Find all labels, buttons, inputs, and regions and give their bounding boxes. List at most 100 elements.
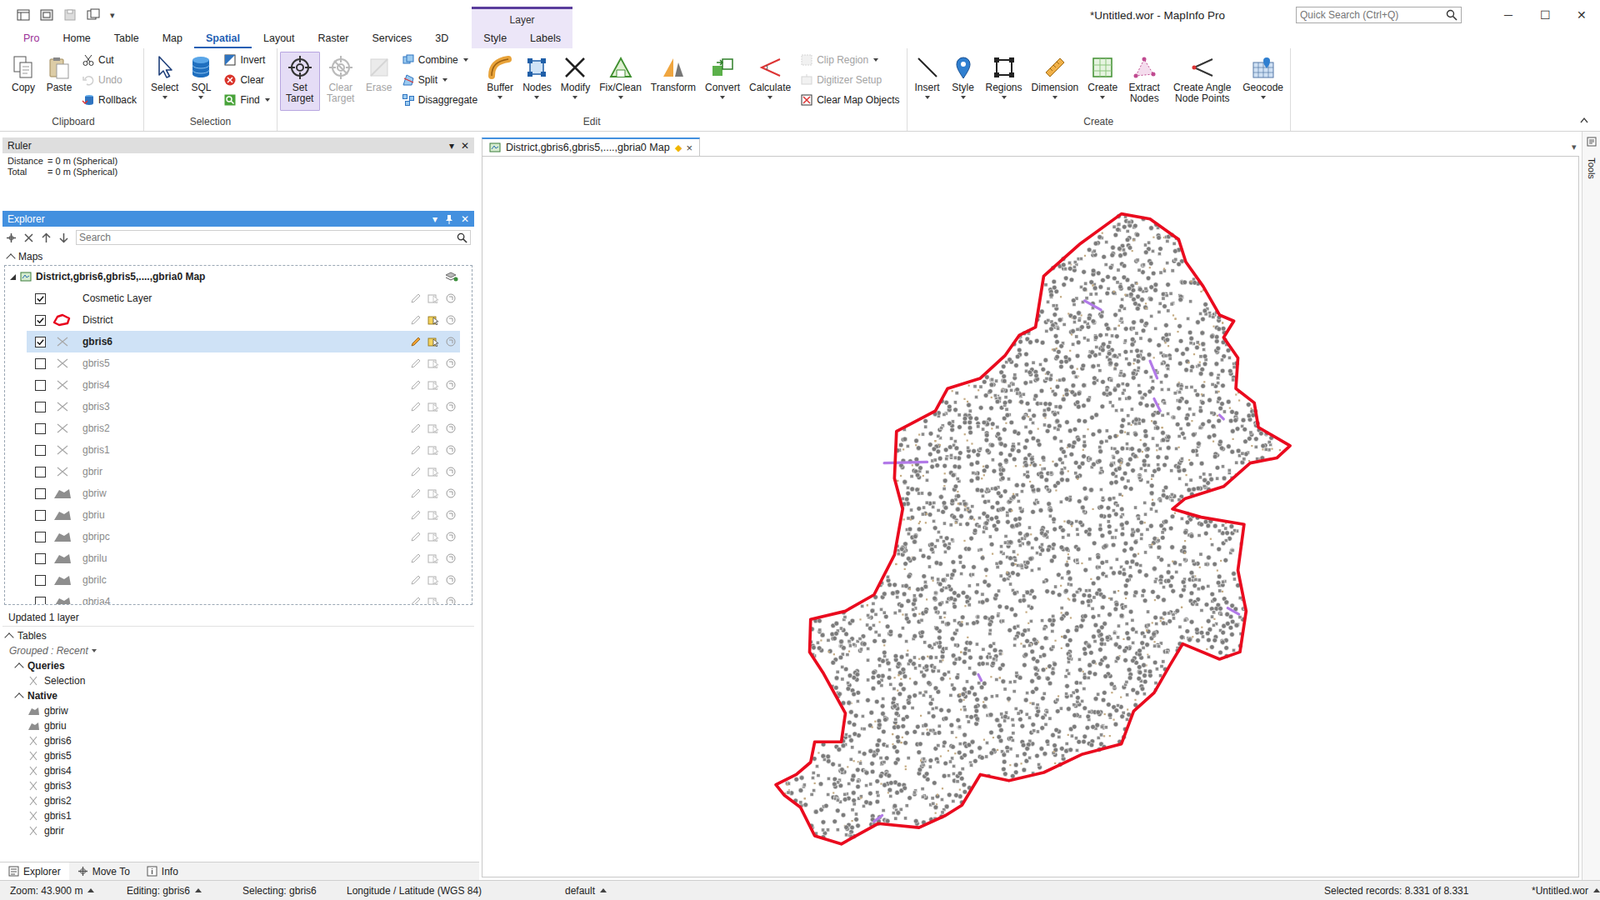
ribbon-tab[interactable]: Services — [360, 30, 424, 49]
table-item[interactable]: gbriu — [5, 718, 475, 734]
layer-row[interactable]: gbrilu — [26, 547, 460, 570]
layer-visibility-checkbox[interactable] — [35, 401, 46, 413]
table-group-header[interactable]: Native — [5, 688, 475, 704]
dropdown-arrow-icon[interactable] — [20, 95, 26, 100]
pencil-icon[interactable] — [410, 379, 422, 391]
label-toggle-icon[interactable] — [445, 357, 457, 370]
label-toggle-icon[interactable] — [445, 422, 457, 435]
quick-search[interactable] — [1295, 6, 1462, 24]
layer-visibility-checkbox[interactable] — [35, 293, 46, 305]
selectable-icon[interactable] — [427, 292, 440, 305]
selectable-icon[interactable] — [427, 595, 440, 605]
table-item[interactable]: gbris5 — [5, 748, 475, 764]
dropdown-arrow-icon[interactable] — [1001, 95, 1007, 100]
table-item[interactable]: gbris4 — [5, 763, 475, 779]
dropdown-arrow-icon[interactable] — [463, 58, 469, 62]
pencil-icon[interactable] — [410, 595, 422, 605]
layer-visibility-checkbox[interactable] — [35, 575, 46, 586]
ribbon-tab[interactable]: Raster — [306, 30, 361, 49]
label-toggle-icon[interactable] — [445, 595, 457, 605]
pencil-icon[interactable] — [410, 444, 422, 456]
dropdown-arrow-icon[interactable] — [265, 98, 270, 102]
pencil-icon[interactable] — [410, 552, 422, 565]
map-drawing[interactable] — [482, 156, 1579, 877]
layer-visibility-checkbox[interactable] — [35, 510, 46, 521]
dropdown-arrow-icon[interactable] — [1200, 106, 1205, 110]
create-angle-node-points-button[interactable]: Create Angle Node Points — [1167, 52, 1237, 110]
maximize-button[interactable]: ☐ — [1526, 8, 1564, 22]
layer-visibility-checkbox[interactable] — [35, 466, 46, 478]
layer-visibility-checkbox[interactable] — [35, 423, 46, 435]
pencil-icon[interactable] — [410, 292, 422, 305]
pencil-icon[interactable] — [410, 465, 422, 478]
selectable-icon[interactable] — [427, 574, 440, 586]
panel-menu-button[interactable]: ▾ — [449, 140, 455, 152]
layer-row[interactable]: District — [26, 309, 460, 331]
ribbon-tab[interactable]: Spatial — [194, 30, 252, 49]
layer-visibility-checkbox[interactable] — [35, 358, 46, 370]
explorer-search-input[interactable] — [79, 230, 457, 245]
tab-list-menu[interactable]: ▾ — [1571, 141, 1577, 153]
ribbon-tab[interactable]: Style — [471, 30, 519, 49]
label-toggle-icon[interactable] — [445, 400, 457, 413]
dropdown-arrow-icon[interactable] — [960, 95, 966, 100]
dropdown-arrow-icon[interactable] — [376, 95, 382, 100]
panel-menu-button[interactable]: ▾ — [432, 213, 438, 225]
layer-row[interactable]: Cosmetic Layer — [26, 287, 460, 310]
layer-row[interactable]: gbris1 — [26, 439, 460, 461]
selectable-icon[interactable] — [427, 530, 440, 543]
explorer-search[interactable] — [75, 230, 471, 245]
digitizer-setup-button[interactable]: Digitizer Setup — [800, 71, 900, 89]
ribbon-tab[interactable]: Map — [150, 30, 195, 49]
paste-button[interactable]: Paste — [42, 52, 76, 100]
selectable-icon[interactable] — [427, 379, 440, 391]
undo-button[interactable]: Undo — [81, 71, 137, 89]
label-toggle-icon[interactable] — [445, 465, 457, 478]
layer-visibility-checkbox[interactable] — [35, 531, 46, 543]
set-target-button[interactable]: Set Target — [280, 52, 320, 110]
layer-row[interactable]: gbria4 — [26, 590, 460, 605]
layer-visibility-checkbox[interactable] — [35, 445, 46, 456]
quick-search-input[interactable] — [1300, 8, 1443, 22]
expand-chevron-icon[interactable] — [14, 692, 24, 702]
fix-clean-button[interactable]: Fix/Clean — [595, 52, 645, 100]
layer-row[interactable]: gbrilc — [26, 569, 460, 591]
dropdown-arrow-icon[interactable] — [670, 95, 676, 100]
clear-target-button[interactable]: Clear Target — [321, 52, 360, 110]
dropdown-arrow-icon[interactable] — [720, 95, 725, 100]
table-item[interactable]: gbriw — [5, 703, 475, 719]
ribbon-tab[interactable]: Home — [50, 30, 102, 49]
selectable-icon[interactable] — [427, 465, 440, 478]
label-toggle-icon[interactable] — [445, 530, 457, 543]
layer-row[interactable]: gbris6 — [26, 330, 460, 353]
label-toggle-icon[interactable] — [445, 487, 457, 500]
expand-chevron-icon[interactable] — [4, 632, 14, 642]
clear-button[interactable]: Clear — [223, 71, 270, 89]
selectable-icon[interactable] — [427, 487, 440, 500]
label-toggle-icon[interactable] — [445, 574, 457, 586]
table-item[interactable]: gbrir — [5, 823, 475, 839]
collapse-ribbon-button[interactable] — [1580, 114, 1597, 131]
grouping-dropdown[interactable]: Grouped : Recent — [5, 643, 475, 659]
buffer-button[interactable]: Buffer — [483, 52, 517, 100]
rollback-button[interactable]: Rollback — [81, 91, 137, 109]
dropdown-arrow-icon[interactable] — [925, 95, 930, 100]
ribbon-tab[interactable]: 3D — [423, 30, 460, 49]
ribbon-tab[interactable]: Layout — [251, 30, 307, 49]
label-toggle-icon[interactable] — [445, 292, 457, 305]
layer-visibility-checkbox[interactable] — [35, 553, 46, 565]
label-toggle-icon[interactable] — [445, 379, 457, 391]
panel-tab[interactable]: Info — [138, 862, 187, 880]
select-button[interactable]: Select — [147, 52, 182, 100]
disaggregate-button[interactable]: Disaggregate — [401, 91, 478, 109]
selectable-icon[interactable] — [427, 314, 440, 326]
dropdown-arrow-icon[interactable] — [198, 95, 204, 100]
table-group-header[interactable]: Queries — [5, 658, 475, 674]
insert-button[interactable]: Insert — [910, 52, 945, 100]
dropdown-arrow-icon[interactable] — [442, 78, 448, 82]
panel-close-button[interactable]: ✕ — [460, 213, 470, 225]
label-toggle-icon[interactable] — [445, 552, 457, 565]
dropdown-arrow-icon[interactable] — [162, 95, 168, 100]
layer-row[interactable]: gbriw — [26, 482, 460, 505]
sql-button[interactable]: SQL — [184, 52, 218, 100]
